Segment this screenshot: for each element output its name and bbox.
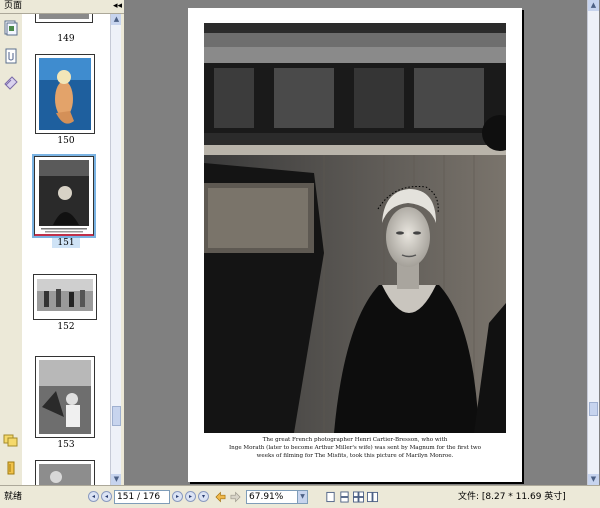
scrollbar-thumb[interactable] xyxy=(589,402,598,416)
file-size-info: 文件: [8.27 * 11.69 英寸] xyxy=(458,492,566,502)
thumbnail-label: 150 xyxy=(57,136,75,146)
facing-pages-view-icon[interactable] xyxy=(353,491,364,503)
thumbnail-151[interactable]: 151 xyxy=(22,154,110,250)
forward-arrow-icon[interactable] xyxy=(230,491,241,503)
status-text: 就绪 xyxy=(4,492,23,502)
caption-line: The great French photographer Henri Cart… xyxy=(262,437,448,443)
continuous-view-icon[interactable] xyxy=(339,491,350,503)
scroll-up-arrow-icon[interactable]: ▲ xyxy=(588,0,599,11)
collapse-panel-icon[interactable]: ◂◂ xyxy=(113,0,122,13)
first-page-button[interactable]: ◂ xyxy=(88,491,99,502)
thumbnail-image[interactable] xyxy=(32,154,96,238)
thumbnail-149[interactable]: 149 xyxy=(22,14,110,44)
thumbnail-label: 149 xyxy=(57,34,75,44)
pages-panel-header: 页面 ◂◂ xyxy=(0,0,124,14)
thumbnail-label: 152 xyxy=(57,322,75,332)
status-bar: 就绪 ◂ ◂ 151 / 176 ▸ ▸ ▾ 67.91% ▼ 文件: [8.2… xyxy=(0,485,600,508)
thumbnail-153[interactable]: 153 xyxy=(22,354,110,454)
layers-icon[interactable] xyxy=(3,460,19,476)
thumbnail-image[interactable] xyxy=(35,460,95,485)
scrollbar-thumb[interactable] xyxy=(112,406,121,426)
caption-line: weeks of filming for The Misfits, took t… xyxy=(256,453,454,459)
thumbnail-label: 153 xyxy=(57,440,75,450)
panel-title: 页面 xyxy=(4,1,23,11)
continuous-facing-view-icon[interactable] xyxy=(367,491,378,503)
pages-icon[interactable] xyxy=(3,20,19,36)
next-page-button[interactable]: ▸ xyxy=(172,491,183,502)
previous-page-button[interactable]: ◂ xyxy=(101,491,112,502)
back-arrow-icon[interactable] xyxy=(215,491,226,503)
single-page-view-icon[interactable] xyxy=(325,491,336,503)
navigation-icon-strip xyxy=(0,0,23,485)
caption-line: Inge Morath (later to become Arthur Mill… xyxy=(228,445,482,451)
thumbnail-image[interactable] xyxy=(35,14,93,23)
thumbnail-150[interactable]: 150 xyxy=(22,52,110,148)
signatures-icon[interactable] xyxy=(3,74,19,90)
document-scrollbar[interactable]: ▲ ▼ xyxy=(587,0,599,485)
last-page-button[interactable]: ▸ xyxy=(185,491,196,502)
thumbnail-152[interactable]: 152 xyxy=(22,270,110,334)
page-photograph xyxy=(204,23,506,433)
zoom-dropdown-button[interactable]: ▼ xyxy=(297,490,308,504)
page-thumbnails-panel[interactable]: 149 150 151 152 153 xyxy=(22,14,110,485)
pdf-page: The great French photographer Henri Cart… xyxy=(188,8,522,482)
thumbnail-image[interactable] xyxy=(33,274,97,320)
zoom-field[interactable]: 67.91% xyxy=(246,490,298,504)
attachments-icon[interactable] xyxy=(3,48,19,64)
thumbnail-image[interactable] xyxy=(35,356,95,438)
comments-icon[interactable] xyxy=(3,432,19,448)
thumbnail-label: 151 xyxy=(52,238,80,248)
page-menu-button[interactable]: ▾ xyxy=(198,491,209,502)
photo-caption: The great French photographer Henri Cart… xyxy=(206,436,504,460)
page-number-field[interactable]: 151 / 176 xyxy=(114,490,170,504)
thumbnail-image[interactable] xyxy=(35,54,95,134)
scroll-down-arrow-icon[interactable]: ▼ xyxy=(588,474,599,485)
document-view[interactable]: The great French photographer Henri Cart… xyxy=(124,0,587,485)
thumbnail-next[interactable] xyxy=(22,458,110,485)
